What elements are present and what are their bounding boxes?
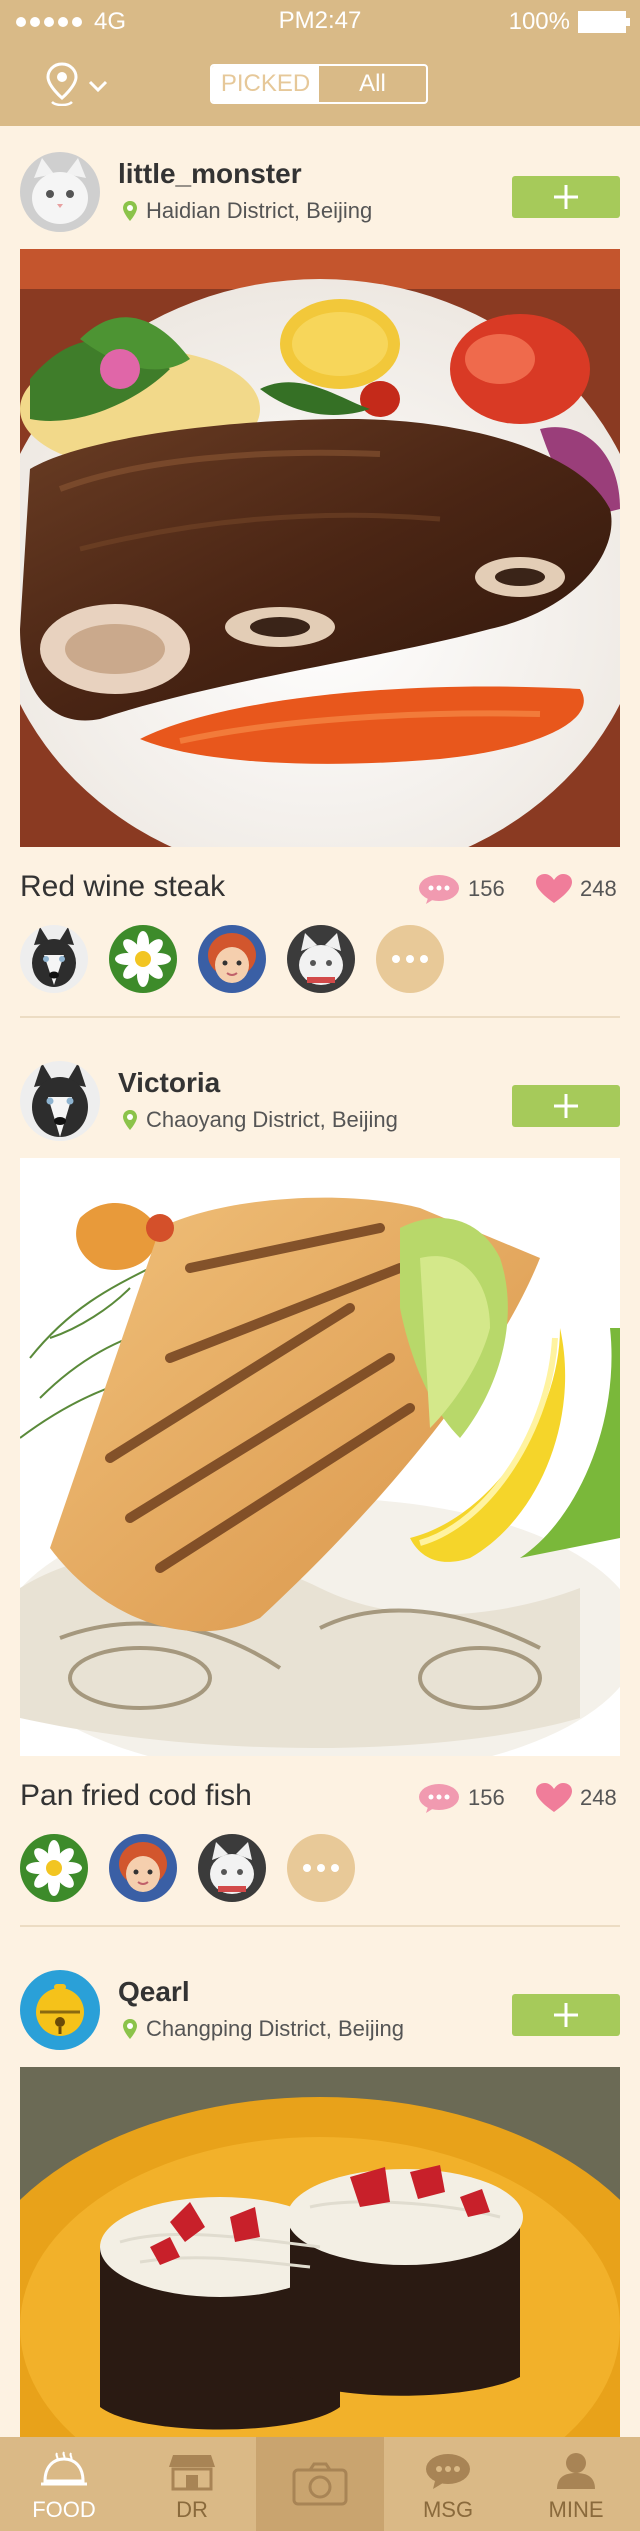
battery-percent: 100% bbox=[508, 8, 570, 35]
plus-icon bbox=[554, 2003, 578, 2027]
dish-title[interactable]: Red wine steak bbox=[20, 870, 225, 904]
top-bar: 4G PM2:47 100% PICKED All bbox=[0, 0, 640, 126]
location-text: Changping District, Beijing bbox=[146, 2016, 405, 2041]
like-count-value: 248 bbox=[580, 876, 617, 901]
follow-button[interactable] bbox=[512, 1994, 620, 2036]
username[interactable]: Victoria bbox=[118, 1067, 220, 1099]
tab-msg-label: MSG bbox=[422, 2497, 474, 2522]
tab-mine[interactable]: MINE bbox=[512, 2437, 640, 2531]
location-pin-icon bbox=[123, 201, 137, 221]
battery-indicator: 100% bbox=[508, 8, 630, 36]
heart-icon bbox=[536, 1783, 572, 1812]
comment-count[interactable]: 156 bbox=[418, 1783, 505, 1813]
shop-icon bbox=[169, 2455, 215, 2491]
comment-count-value: 156 bbox=[468, 876, 505, 901]
user-location: Chaoyang District, Beijing bbox=[122, 1107, 398, 1133]
tab-mine-label: MINE bbox=[548, 2497, 604, 2522]
plus-icon bbox=[554, 185, 578, 209]
camera-icon bbox=[292, 2462, 348, 2506]
user-icon bbox=[557, 2453, 595, 2489]
tab-msg[interactable]: MSG bbox=[384, 2437, 512, 2531]
liker-avatars bbox=[20, 1834, 376, 1902]
chat-bubble-icon bbox=[426, 2454, 470, 2489]
post-divider bbox=[20, 1925, 620, 1927]
like-count-value: 248 bbox=[580, 1785, 617, 1810]
comment-icon bbox=[419, 1784, 459, 1813]
post-divider bbox=[20, 1016, 620, 1018]
tab-dr[interactable]: DR bbox=[128, 2437, 256, 2531]
more-likers-button[interactable] bbox=[376, 925, 444, 993]
steak-photo-image bbox=[20, 249, 620, 847]
tab-food-label: FOOD bbox=[32, 2497, 96, 2522]
tab-food[interactable]: FOOD bbox=[0, 2437, 128, 2531]
food-cloche-icon bbox=[41, 2451, 87, 2486]
like-count[interactable]: 248 bbox=[536, 874, 617, 904]
username[interactable]: Qearl bbox=[118, 1976, 190, 2008]
comment-count-value: 156 bbox=[468, 1785, 505, 1810]
cod-fish-photo-image bbox=[20, 1158, 620, 1756]
cat-avatar[interactable] bbox=[198, 1834, 266, 1902]
bell-avatar-image bbox=[20, 1970, 100, 2050]
tab-all[interactable]: All bbox=[319, 66, 426, 102]
sushi-photo-image bbox=[20, 2067, 620, 2437]
avatar[interactable] bbox=[20, 1970, 100, 2050]
status-bar: 4G PM2:47 100% bbox=[0, 0, 640, 42]
feed-post: Qearl Changping District, Beijing bbox=[0, 1970, 640, 2437]
dish-title[interactable]: Pan fried cod fish bbox=[20, 1779, 252, 1813]
username[interactable]: little_monster bbox=[118, 158, 302, 190]
location-pin-icon bbox=[123, 1110, 137, 1130]
comment-count[interactable]: 156 bbox=[418, 874, 505, 904]
avatar[interactable] bbox=[20, 1061, 100, 1141]
dish-photo[interactable] bbox=[20, 2067, 620, 2437]
camera-button[interactable] bbox=[256, 2437, 384, 2531]
child-avatar[interactable] bbox=[198, 925, 266, 993]
like-count[interactable]: 248 bbox=[536, 1783, 617, 1813]
bottom-tab-bar: FOOD DR MSG MINE bbox=[0, 2437, 640, 2531]
map-pin-icon bbox=[46, 62, 108, 107]
battery-icon bbox=[578, 11, 630, 33]
comment-icon bbox=[419, 875, 459, 904]
husky-avatar[interactable] bbox=[20, 925, 88, 993]
plus-icon bbox=[554, 1094, 578, 1118]
dish-photo[interactable] bbox=[20, 249, 620, 847]
husky-avatar-image bbox=[20, 1061, 100, 1141]
dish-photo[interactable] bbox=[20, 1158, 620, 1756]
child-avatar[interactable] bbox=[109, 1834, 177, 1902]
liker-avatars bbox=[20, 925, 465, 993]
user-location: Haidian District, Beijing bbox=[122, 198, 372, 224]
more-likers-button[interactable] bbox=[287, 1834, 355, 1902]
avatar[interactable] bbox=[20, 152, 100, 232]
heart-icon bbox=[536, 874, 572, 903]
follow-button[interactable] bbox=[512, 1085, 620, 1127]
location-text: Chaoyang District, Beijing bbox=[146, 1107, 398, 1132]
chevron-down-icon bbox=[88, 80, 108, 93]
feed-filter-toggle: PICKED All bbox=[210, 64, 428, 104]
location-selector[interactable] bbox=[44, 62, 114, 107]
user-location: Changping District, Beijing bbox=[122, 2016, 404, 2042]
tab-picked[interactable]: PICKED bbox=[212, 66, 319, 102]
follow-button[interactable] bbox=[512, 176, 620, 218]
cat-avatar-image bbox=[20, 152, 100, 232]
tab-dr-label: DR bbox=[176, 2497, 208, 2522]
location-text: Haidian District, Beijing bbox=[146, 198, 373, 223]
feed-post: Victoria Chaoyang District, Beijing Pan … bbox=[0, 1061, 640, 1931]
location-pin-icon bbox=[123, 2019, 137, 2039]
feed-post: little_monster Haidian District, Beijing bbox=[0, 152, 640, 1022]
cat-avatar[interactable] bbox=[287, 925, 355, 993]
daisy-avatar[interactable] bbox=[109, 925, 177, 993]
daisy-avatar[interactable] bbox=[20, 1834, 88, 1902]
